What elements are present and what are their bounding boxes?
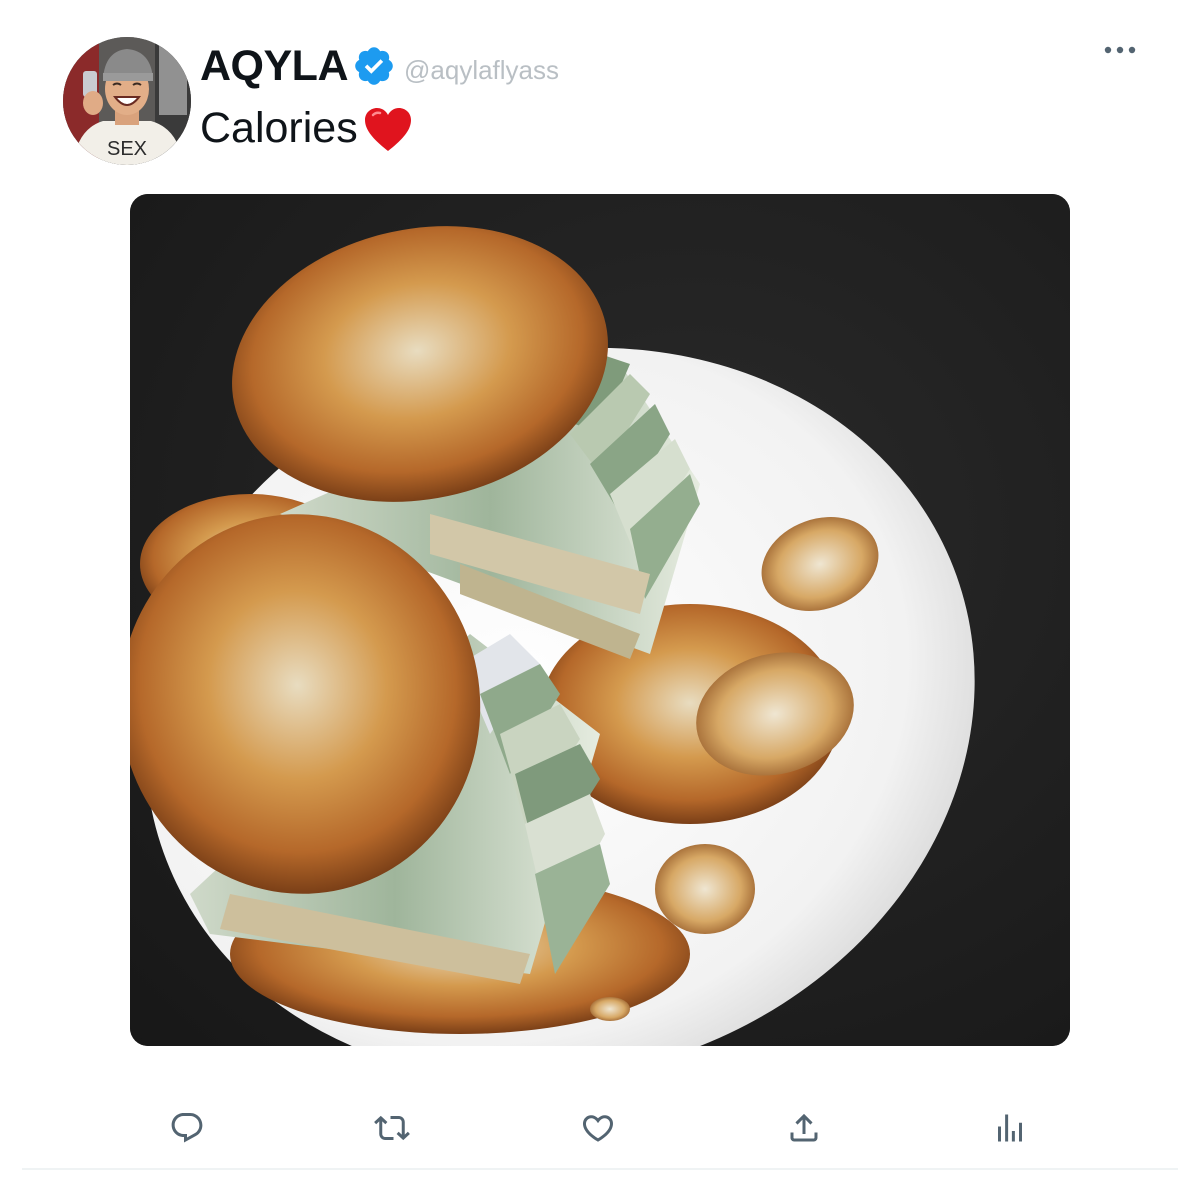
tweet-action-bar xyxy=(0,1100,1200,1156)
retweet-button[interactable] xyxy=(364,1100,420,1156)
like-icon xyxy=(582,1115,614,1142)
views-icon xyxy=(998,1114,1022,1142)
retweet-icon xyxy=(374,1115,410,1141)
user-handle[interactable]: @aqylaflyass xyxy=(404,55,559,86)
tweet-media-photo[interactable] xyxy=(130,194,1070,1046)
reply-icon xyxy=(171,1113,203,1143)
tweet-text: Calories xyxy=(200,100,412,156)
tweet-header: AQYLA @aqylaflyass xyxy=(200,40,559,92)
red-heart-emoji-icon xyxy=(364,108,411,151)
tweet-card[interactable]: SEX AQYLA @aqylaflyass Calories xyxy=(0,0,1200,1200)
avatar-shirt-text: SEX xyxy=(107,138,147,160)
views-button[interactable] xyxy=(982,1100,1038,1156)
display-name[interactable]: AQYLA xyxy=(200,42,349,91)
avatar[interactable]: SEX xyxy=(63,37,191,165)
reply-button[interactable] xyxy=(159,1100,215,1156)
photo-media-image xyxy=(130,194,1070,1046)
like-button[interactable] xyxy=(570,1100,626,1156)
more-dots-icon xyxy=(1104,46,1136,54)
share-button[interactable] xyxy=(776,1100,832,1156)
tweet-divider xyxy=(22,1168,1178,1170)
more-options-button[interactable] xyxy=(1100,36,1140,64)
verified-badge-icon[interactable] xyxy=(352,44,396,88)
avatar-image: SEX xyxy=(63,37,191,165)
tweet-text-content: Calories xyxy=(200,103,358,152)
share-icon xyxy=(790,1113,818,1142)
